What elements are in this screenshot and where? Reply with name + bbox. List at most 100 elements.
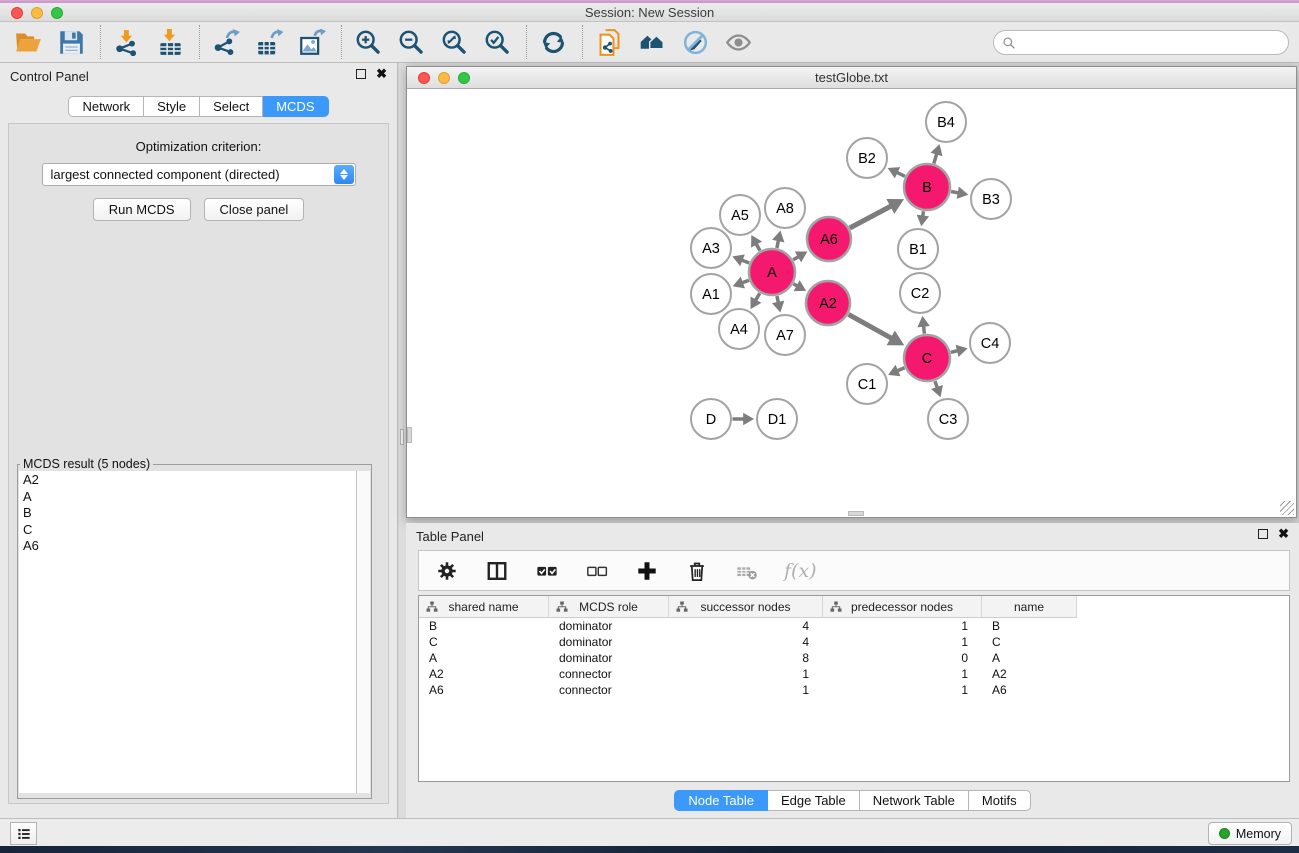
table-row[interactable]: Adominator80A bbox=[419, 650, 1289, 666]
table-cell[interactable]: B bbox=[982, 618, 1077, 634]
graph-node-A4[interactable]: A4 bbox=[719, 309, 759, 349]
graph-node-D1[interactable]: D1 bbox=[757, 399, 797, 439]
graph-node-B4[interactable]: B4 bbox=[926, 102, 966, 142]
table-cell[interactable]: 1 bbox=[823, 634, 982, 650]
tab-select[interactable]: Select bbox=[200, 96, 263, 117]
close-table-panel-icon[interactable]: ✖ bbox=[1278, 529, 1289, 539]
export-network-button[interactable] bbox=[210, 26, 242, 58]
delete-column-button[interactable] bbox=[684, 558, 710, 584]
export-image-button[interactable] bbox=[296, 26, 328, 58]
table-cell[interactable]: connector bbox=[549, 682, 669, 698]
window-resize-grip[interactable] bbox=[1280, 501, 1294, 515]
search-input[interactable] bbox=[1016, 35, 1288, 50]
mcds-result-item[interactable]: A6 bbox=[23, 538, 356, 555]
graph-node-A5[interactable]: A5 bbox=[720, 195, 760, 235]
table-row[interactable]: Bdominator41B bbox=[419, 618, 1289, 634]
graph-node-D[interactable]: D bbox=[691, 399, 731, 439]
zoom-in-button[interactable] bbox=[352, 26, 384, 58]
zoom-out-button[interactable] bbox=[395, 26, 427, 58]
float-panel-icon[interactable] bbox=[356, 69, 366, 79]
hide-annotations-button[interactable] bbox=[679, 26, 711, 58]
table-cell[interactable]: 1 bbox=[669, 682, 823, 698]
graph-node-A6[interactable]: A6 bbox=[807, 217, 851, 261]
panel-splitter[interactable] bbox=[399, 63, 406, 818]
mcds-result-item[interactable]: C bbox=[23, 522, 356, 539]
table-cell[interactable]: 4 bbox=[669, 634, 823, 650]
graph-node-A7[interactable]: A7 bbox=[765, 315, 805, 355]
table-cell[interactable]: A6 bbox=[419, 682, 549, 698]
search-box[interactable] bbox=[993, 30, 1289, 55]
apply-layout-button[interactable] bbox=[537, 26, 569, 58]
export-table-button[interactable] bbox=[253, 26, 285, 58]
table-cell[interactable]: C bbox=[982, 634, 1077, 650]
table-cell[interactable]: A bbox=[419, 650, 549, 666]
table-row[interactable]: A2connector11A2 bbox=[419, 666, 1289, 682]
save-session-button[interactable] bbox=[55, 26, 87, 58]
graph-node-C[interactable]: C bbox=[904, 335, 950, 381]
graph-node-A3[interactable]: A3 bbox=[691, 228, 731, 268]
tab-network[interactable]: Network bbox=[68, 96, 144, 117]
float-table-panel-icon[interactable] bbox=[1258, 529, 1268, 539]
graph-node-B1[interactable]: B1 bbox=[898, 229, 938, 269]
zoom-selected-button[interactable] bbox=[481, 26, 513, 58]
table-cell[interactable]: 1 bbox=[823, 618, 982, 634]
task-history-button[interactable] bbox=[10, 822, 37, 845]
column-header-MCDS-role[interactable]: MCDS role bbox=[549, 596, 669, 618]
tab-edge-table[interactable]: Edge Table bbox=[768, 790, 860, 811]
tab-motifs[interactable]: Motifs bbox=[969, 790, 1031, 811]
add-column-button[interactable] bbox=[634, 558, 660, 584]
table-cell[interactable]: dominator bbox=[549, 618, 669, 634]
close-panel-icon[interactable]: ✖ bbox=[376, 69, 387, 79]
table-options-button[interactable] bbox=[434, 558, 460, 584]
graph-node-A1[interactable]: A1 bbox=[691, 274, 731, 314]
open-session-button[interactable] bbox=[12, 26, 44, 58]
table-cell[interactable]: 1 bbox=[823, 666, 982, 682]
first-neighbors-button[interactable] bbox=[636, 26, 668, 58]
column-header-name[interactable]: name bbox=[982, 596, 1077, 618]
run-mcds-button[interactable]: Run MCDS bbox=[93, 198, 191, 221]
table-cell[interactable]: dominator bbox=[549, 634, 669, 650]
memory-button[interactable]: Memory bbox=[1208, 822, 1292, 845]
table-cell[interactable]: dominator bbox=[549, 650, 669, 666]
column-header-predecessor-nodes[interactable]: predecessor nodes bbox=[823, 596, 982, 618]
graph-node-A2[interactable]: A2 bbox=[806, 281, 850, 325]
graph-node-C1[interactable]: C1 bbox=[847, 364, 887, 404]
graph-edge-A6-B[interactable] bbox=[850, 206, 892, 228]
table-cell[interactable]: A bbox=[982, 650, 1077, 666]
tab-mcds[interactable]: MCDS bbox=[263, 96, 328, 117]
table-cell[interactable]: connector bbox=[549, 666, 669, 682]
import-table-button[interactable] bbox=[154, 26, 186, 58]
zoom-fit-button[interactable] bbox=[438, 26, 470, 58]
deselect-all-button[interactable] bbox=[584, 558, 610, 584]
column-header-successor-nodes[interactable]: successor nodes bbox=[669, 596, 823, 618]
mcds-result-item[interactable]: A2 bbox=[23, 472, 356, 489]
network-canvas[interactable]: B4B2BB3A5A8A6A3B1AA1C2A2A4A7C4CC1C3DD1 bbox=[407, 89, 1296, 517]
close-panel-button[interactable]: Close panel bbox=[204, 198, 305, 221]
graph-node-B2[interactable]: B2 bbox=[847, 138, 887, 178]
graph-node-A[interactable]: A bbox=[749, 249, 795, 295]
graph-edge-B-B4[interactable] bbox=[934, 153, 937, 163]
result-scrollbar[interactable] bbox=[357, 471, 370, 793]
table-cell[interactable]: B bbox=[419, 618, 549, 634]
show-graphics-details-button[interactable] bbox=[722, 26, 754, 58]
criterion-select[interactable]: largest connected component (directed) bbox=[42, 163, 356, 186]
select-all-button[interactable] bbox=[534, 558, 560, 584]
table-cell[interactable]: 8 bbox=[669, 650, 823, 666]
canvas-vertical-scrollbar[interactable] bbox=[407, 427, 412, 443]
import-network-button[interactable] bbox=[111, 26, 143, 58]
network-from-selection-button[interactable] bbox=[593, 26, 625, 58]
table-cell[interactable]: A6 bbox=[982, 682, 1077, 698]
graph-edge-A2-C[interactable] bbox=[849, 314, 892, 338]
graph-node-B3[interactable]: B3 bbox=[971, 179, 1011, 219]
graph-node-A8[interactable]: A8 bbox=[765, 188, 805, 228]
graph-node-B[interactable]: B bbox=[904, 164, 950, 210]
graph-node-C2[interactable]: C2 bbox=[900, 273, 940, 313]
canvas-horizontal-scrollbar[interactable] bbox=[848, 511, 864, 516]
tab-node-table[interactable]: Node Table bbox=[674, 790, 768, 811]
show-columns-button[interactable] bbox=[484, 558, 510, 584]
mcds-result-item[interactable]: A bbox=[23, 489, 356, 506]
table-cell[interactable]: 1 bbox=[669, 666, 823, 682]
network-graph[interactable]: B4B2BB3A5A8A6A3B1AA1C2A2A4A7C4CC1C3DD1 bbox=[407, 89, 1296, 518]
graph-node-C4[interactable]: C4 bbox=[970, 323, 1010, 363]
tab-network-table[interactable]: Network Table bbox=[860, 790, 969, 811]
